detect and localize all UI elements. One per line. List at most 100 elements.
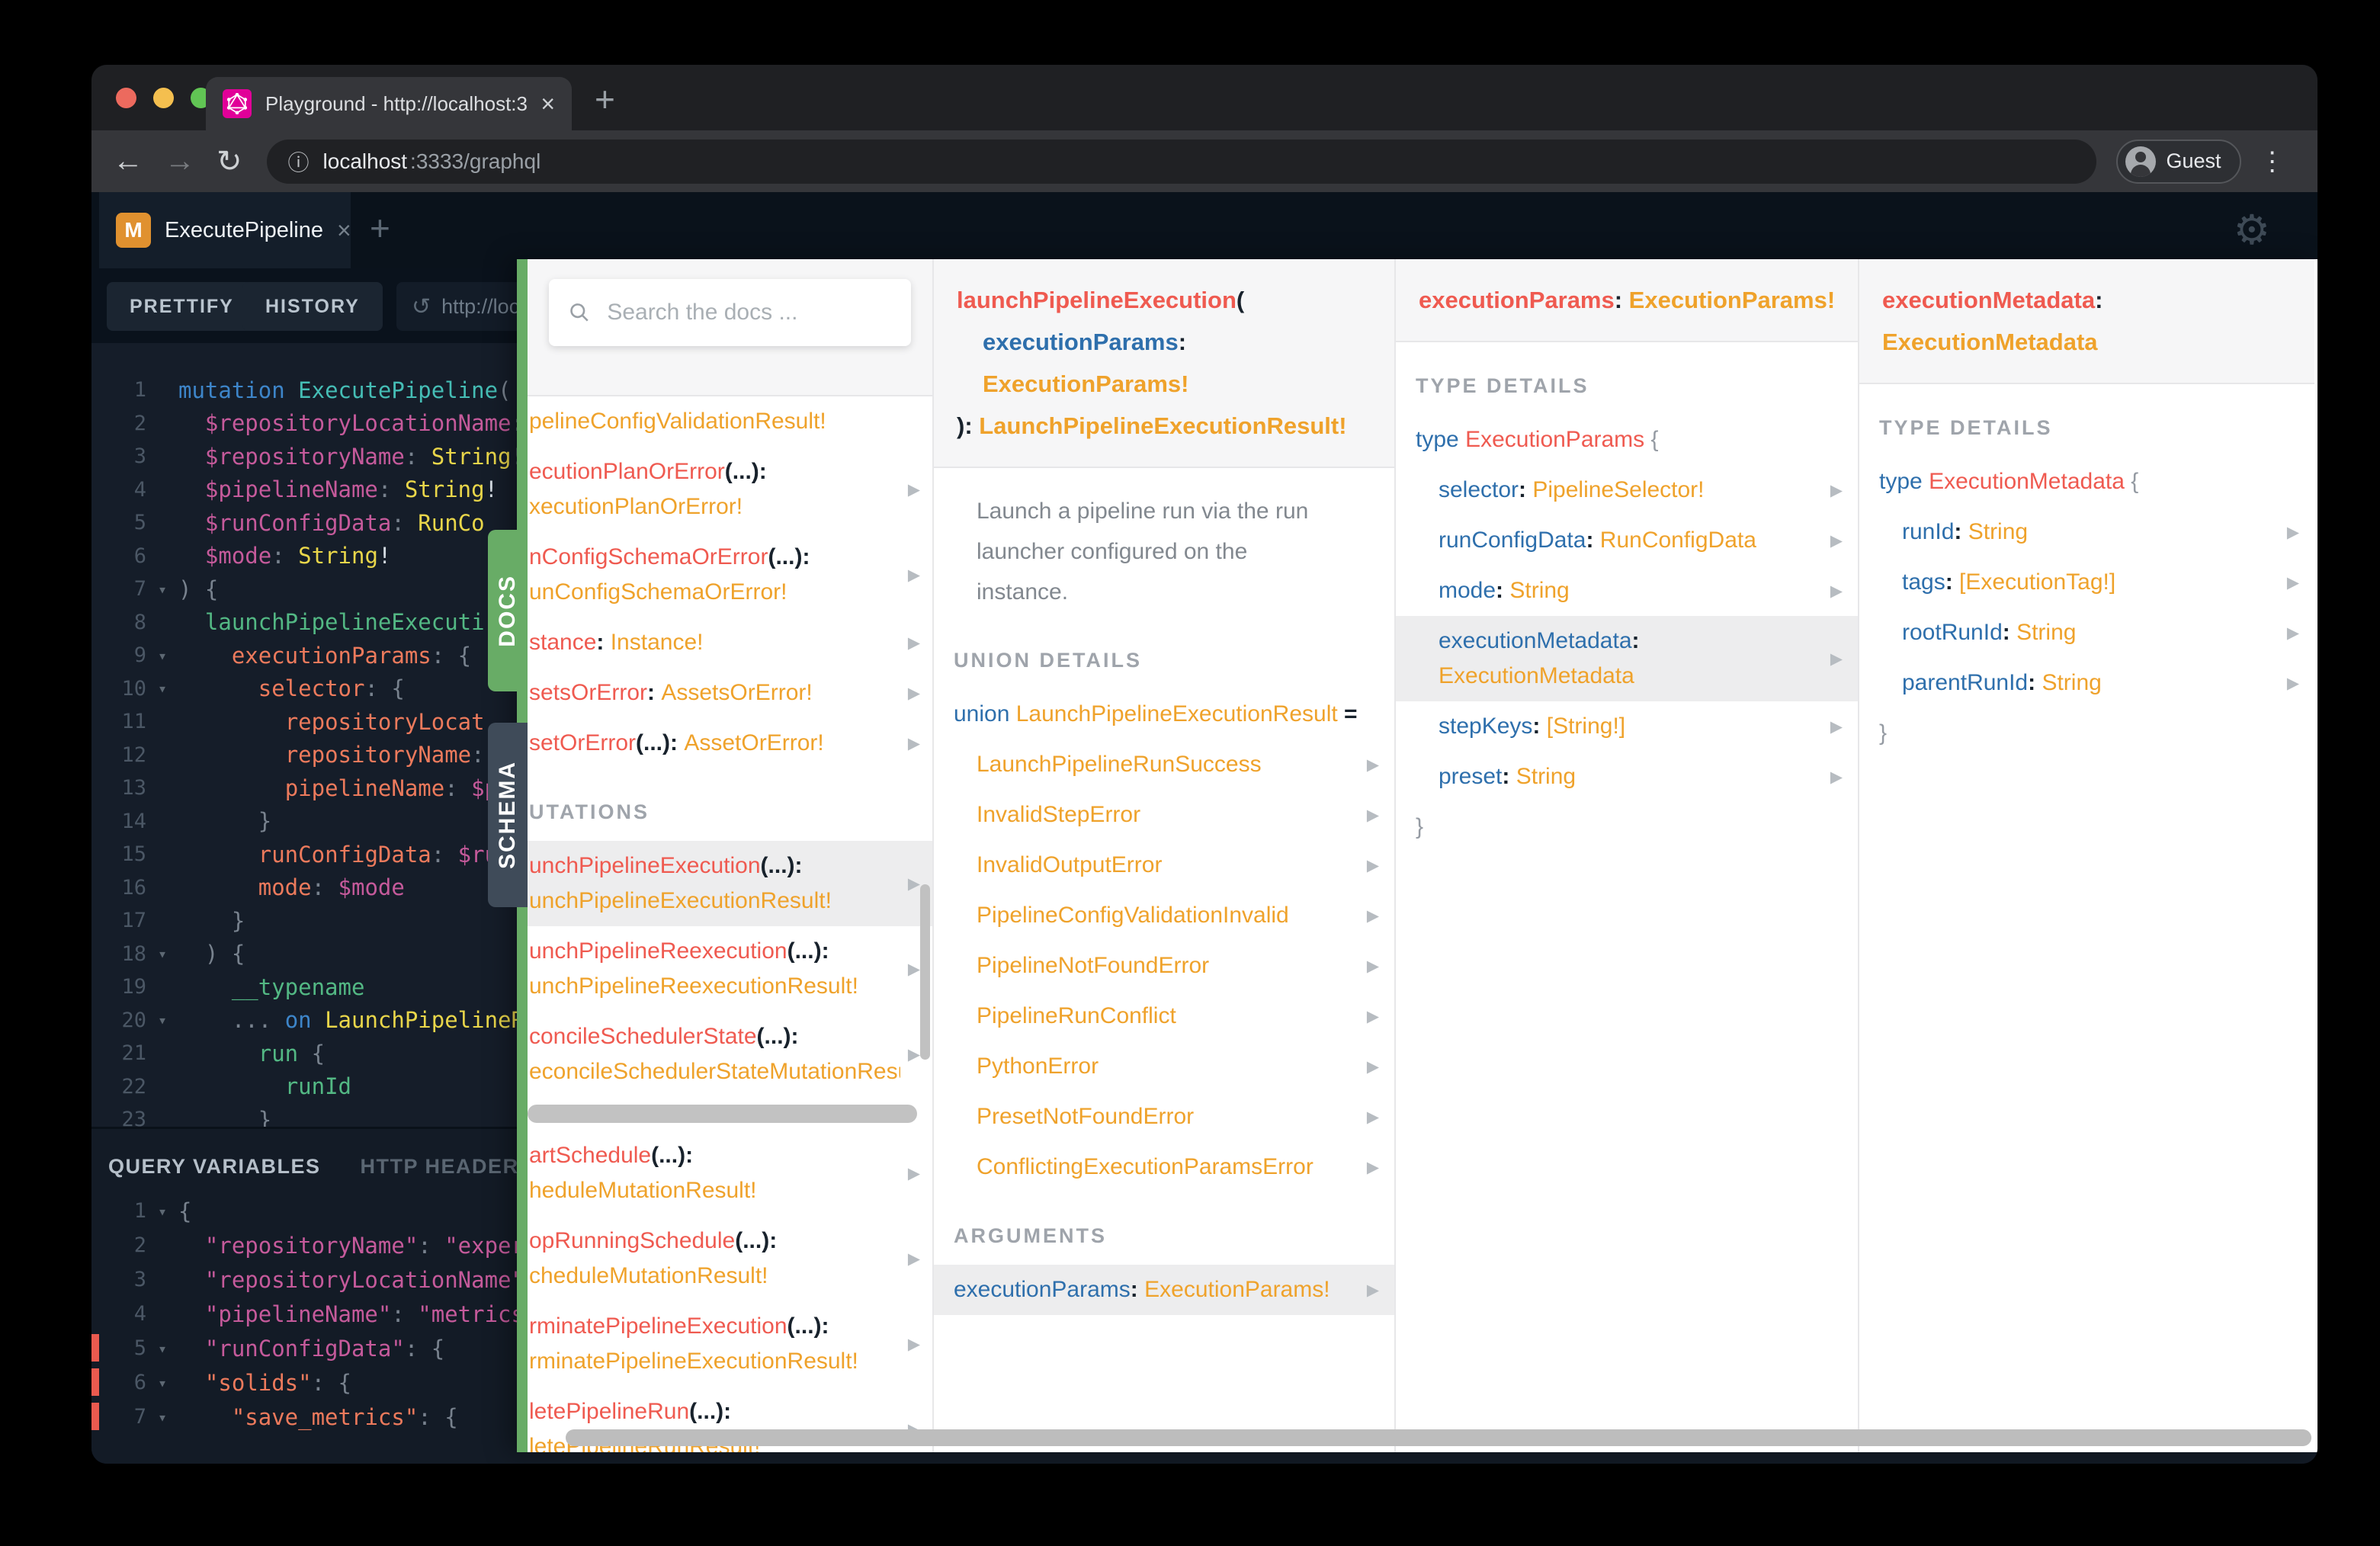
chevron-right-icon[interactable]: ▶ [900,874,920,893]
chevron-right-icon[interactable]: ▶ [1359,1057,1379,1076]
back-icon[interactable]: ← [113,144,143,178]
docs-row[interactable]: preset: String ▶ [1396,752,1858,802]
docs-row[interactable]: PythonError ▶ [934,1041,1394,1092]
chevron-right-icon[interactable]: ▶ [1823,582,1843,601]
docs-row[interactable]: rootRunId: String ▶ [1859,608,2314,658]
docs-row[interactable]: tags: [ExecutionTag!] ▶ [1859,557,2314,608]
history-button[interactable]: HISTORY [242,282,383,331]
chevron-right-icon[interactable]: ▶ [900,1164,920,1183]
chevron-right-icon[interactable]: ▶ [1359,906,1379,925]
docs-row[interactable]: PipelineRunConflict ▶ [934,991,1394,1041]
tab-http-headers[interactable]: HTTP HEADERS [361,1155,534,1179]
docs-row[interactable]: runId: String ▶ [1859,507,2314,557]
docs-row[interactable]: stepKeys: [String!] ▶ [1396,701,1858,752]
settings-gear-icon[interactable]: ⚙ [2234,206,2270,254]
refresh-endpoint-icon[interactable]: ↺ [412,293,431,320]
chevron-right-icon[interactable]: ▶ [900,734,920,753]
minimize-window-button[interactable] [153,88,174,108]
docs-row[interactable]: rminatePipelineExecution(...): rminatePip… [528,1301,932,1387]
chevron-right-icon[interactable]: ▶ [1823,768,1843,787]
docs-row[interactable]: PipelineNotFoundError ▶ [934,941,1394,991]
docs-row[interactable]: executionMetadata: ExecutionMetadata ▶ [1396,616,1858,701]
tab-query-variables[interactable]: QUERY VARIABLES [108,1155,321,1179]
docs-row[interactable]: runConfigData: RunConfigData ▶ [1396,515,1858,566]
chevron-right-icon[interactable]: ▶ [900,566,920,585]
browser-menu-icon[interactable]: ⋮ [2260,146,2285,177]
close-window-button[interactable] [116,88,136,108]
docs-side-tab[interactable]: DOCS [488,530,528,691]
prettify-button[interactable]: PRETTIFY [107,282,257,331]
chevron-right-icon[interactable]: ▶ [2279,573,2299,592]
chevron-right-icon[interactable]: ▶ [2279,674,2299,693]
address-bar[interactable]: ⓘ localhost :3333/graphql [266,139,2096,184]
chevron-right-icon[interactable]: ▶ [2279,523,2299,542]
docs-row[interactable]: type ExecutionMetadata { [1859,457,2314,507]
horizontal-scrollbar[interactable] [528,1105,917,1123]
session-tab-close-icon[interactable]: × [337,217,351,245]
docs-row[interactable]: ecutionPlanOrError(...): xecutionPlanOrEr… [528,447,932,532]
docs-row[interactable]: stance: Instance! ▶ [528,617,932,668]
fold-caret-icon: ▾ [157,1011,168,1030]
docs-column-root: pelineConfigValidationResult! ecutionPlan… [528,259,932,1452]
new-session-tab-button[interactable]: + [370,209,390,247]
docs-row[interactable]: } [1396,802,1858,852]
docs-row[interactable]: setOrError(...): AssetOrError! ▶ [528,718,932,768]
chevron-right-icon[interactable]: ▶ [900,1335,920,1354]
chevron-right-icon[interactable]: ▶ [1823,717,1843,736]
chevron-right-icon[interactable]: ▶ [900,684,920,703]
docs-row[interactable]: union LaunchPipelineExecutionResult = [934,689,1394,739]
schema-side-tab[interactable]: SCHEMA [488,723,528,907]
docs-row[interactable]: PipelineConfigValidationInvalid ▶ [934,890,1394,941]
chevron-right-icon[interactable]: ▶ [1823,481,1843,500]
site-info-icon[interactable]: ⓘ [288,146,310,177]
browser-tab[interactable]: Playground - http://localhost:3 × [206,77,572,130]
chevron-right-icon[interactable]: ▶ [2279,624,2299,643]
docs-row[interactable]: opRunningSchedule(...): cheduleMutationRe… [528,1216,932,1301]
chevron-right-icon[interactable]: ▶ [900,960,920,979]
docs-row-text: parentRunId: String [1902,670,2102,695]
chevron-right-icon[interactable]: ▶ [1359,856,1379,875]
docs-row[interactable]: selector: PipelineSelector! ▶ [1396,465,1858,515]
docs-row[interactable]: nConfigSchemaOrError(...): unConfigSchema… [528,532,932,617]
chevron-right-icon[interactable]: ▶ [1823,531,1843,550]
docs-row[interactable]: pelineConfigValidationResult! [528,396,932,447]
docs-row[interactable]: ConflictingExecutionParamsError ▶ [934,1142,1394,1192]
reload-icon[interactable]: ↻ [217,144,242,179]
docs-header-line: executionMetadata: [1882,287,2103,313]
new-tab-button[interactable]: + [595,82,615,117]
vertical-scrollbar[interactable] [920,884,930,1060]
chevron-right-icon[interactable]: ▶ [1359,1158,1379,1177]
docs-row[interactable]: concileSchedulerState(...): econcileSched… [528,1012,932,1097]
chevron-right-icon[interactable]: ▶ [900,633,920,653]
chevron-right-icon[interactable]: ▶ [1823,650,1843,669]
chevron-right-icon[interactable]: ▶ [1359,957,1379,976]
docs-row[interactable]: } [1859,708,2314,759]
chevron-right-icon[interactable]: ▶ [900,1249,920,1269]
docs-row[interactable]: PresetNotFoundError ▶ [934,1092,1394,1142]
docs-row[interactable]: InvalidOutputError ▶ [934,840,1394,890]
docs-search-box[interactable] [549,279,911,346]
profile-button[interactable]: Guest [2115,139,2241,184]
docs-row[interactable]: type ExecutionParams { [1396,415,1858,465]
docs-row[interactable]: InvalidStepError ▶ [934,790,1394,840]
docs-row[interactable]: unchPipelineExecution(...): unchPipelineE… [528,841,932,926]
session-tab[interactable]: M ExecutePipeline × [99,192,351,268]
docs-row[interactable]: parentRunId: String ▶ [1859,658,2314,708]
chevron-right-icon[interactable]: ▶ [1359,1108,1379,1127]
chevron-right-icon[interactable]: ▶ [1359,1281,1379,1300]
docs-search-input[interactable] [605,299,891,326]
docs-row[interactable]: LaunchPipelineRunSuccess ▶ [934,739,1394,790]
chevron-right-icon[interactable]: ▶ [1359,1007,1379,1026]
docs-row[interactable]: unchPipelineReexecution(...): unchPipelin… [528,926,932,1012]
chevron-right-icon[interactable]: ▶ [1359,755,1379,775]
docs-row[interactable]: artSchedule(...): heduleMutationResult! ▶ [528,1131,932,1216]
docs-row[interactable]: executionParams: ExecutionParams! ▶ [934,1265,1394,1315]
docs-row[interactable]: setsOrError: AssetsOrError! ▶ [528,668,932,718]
docs-tab-label: DOCS [495,574,520,647]
chevron-right-icon[interactable]: ▶ [900,1045,920,1064]
chevron-right-icon[interactable]: ▶ [1359,806,1379,825]
tab-close-icon[interactable]: × [540,91,555,116]
docs-horizontal-scrollbar[interactable] [566,1429,2311,1446]
chevron-right-icon[interactable]: ▶ [900,480,920,499]
docs-row[interactable]: mode: String ▶ [1396,566,1858,616]
